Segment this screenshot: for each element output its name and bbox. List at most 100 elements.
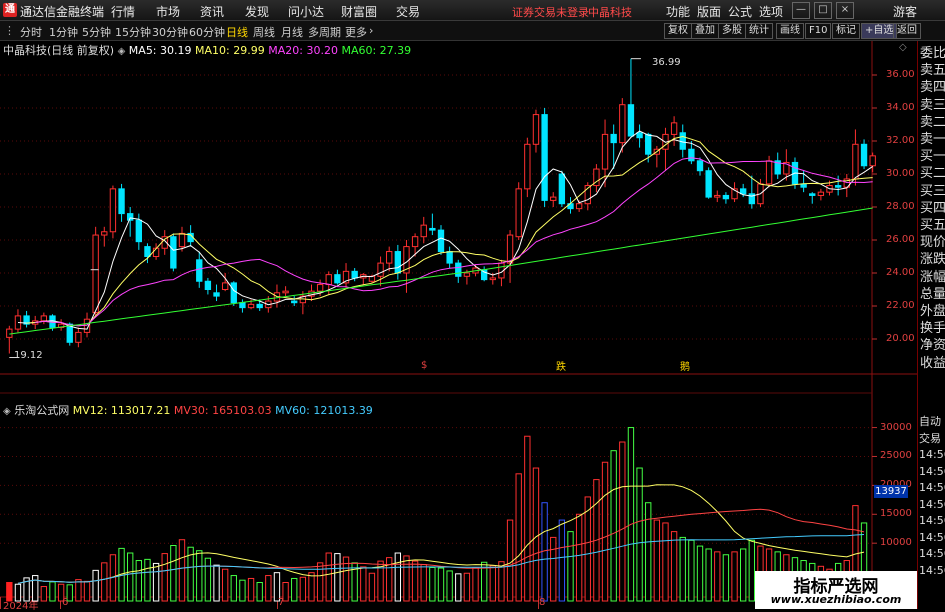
quote-field-label[interactable]: 总量: [920, 286, 945, 303]
menu-item-banmian[interactable]: 版面: [697, 3, 721, 20]
menu-item-caifuquan[interactable]: 财富圈: [341, 3, 377, 20]
tab-multi-period[interactable]: 多周期: [308, 24, 341, 40]
menu-item-gongshi[interactable]: 公式: [728, 3, 752, 20]
volume-bar: [161, 553, 168, 602]
price-axis-tick: 36.00: [886, 69, 915, 80]
quote-field-label[interactable]: 收益: [920, 355, 945, 372]
quote-field-label[interactable]: 涨幅: [920, 269, 945, 286]
quote-field-label[interactable]: 卖五: [920, 62, 945, 79]
trade-time-label: 14:56: [919, 514, 945, 527]
ma20-label: MA20: 30.20: [268, 44, 338, 57]
tab-more[interactable]: 更多: [345, 24, 367, 40]
candle-body: [688, 148, 695, 162]
candle-body: [852, 143, 859, 180]
fuquan-button[interactable]: 复权: [664, 23, 692, 39]
tab-monthly[interactable]: 月线: [281, 24, 303, 40]
candle-body: [239, 302, 246, 309]
tab-60min[interactable]: 60分钟: [189, 24, 225, 40]
quote-field-label[interactable]: 净资: [920, 337, 945, 354]
menu-item-jiaoyi[interactable]: 交易: [396, 3, 420, 20]
quote-field-label[interactable]: 买二: [920, 165, 945, 182]
tab-30min[interactable]: 30分钟: [152, 24, 188, 40]
minimize-button[interactable]: —: [792, 2, 810, 19]
volume-bar: [170, 545, 177, 602]
quote-field-label[interactable]: 买五: [920, 217, 945, 234]
volume-bar: [368, 572, 376, 602]
volume-bar: [740, 548, 747, 602]
candle-body: [109, 188, 117, 233]
maximize-button[interactable]: □: [814, 2, 832, 19]
tab-fenshi[interactable]: 分时: [20, 24, 42, 40]
back-button[interactable]: 返回: [893, 23, 921, 39]
candle-body: [420, 224, 427, 238]
candle-body: [515, 188, 522, 238]
menu-item-gongneng[interactable]: 功能: [666, 3, 690, 20]
event-mark[interactable]: 鹅: [680, 358, 690, 373]
statistics-button[interactable]: 统计: [745, 23, 773, 39]
mark-button[interactable]: 标记: [832, 23, 860, 39]
expand-diamond-icon[interactable]: ◇: [899, 42, 907, 53]
volume-bar: [334, 553, 341, 602]
event-mark[interactable]: $: [421, 360, 427, 371]
volume-bar: [705, 548, 712, 602]
login-status[interactable]: 证券交易未登录: [512, 4, 589, 20]
tab-1min[interactable]: 1分钟: [49, 24, 78, 40]
volume-bar: [645, 502, 652, 602]
menu-item-hangqing[interactable]: 行情: [111, 3, 135, 20]
candle-body: [627, 104, 635, 137]
candle-body: [256, 303, 263, 309]
quote-field-label[interactable]: 委比: [920, 45, 945, 62]
tab-daily[interactable]: 日线: [226, 24, 248, 40]
quote-field-label[interactable]: 涨跌: [920, 251, 945, 268]
add-watchlist-button[interactable]: +自选: [861, 23, 898, 39]
period-toolbar: ⋮ 分时 1分钟 5分钟 15分钟 30分钟 60分钟 日线 周线 月线 多周期…: [0, 21, 945, 41]
quote-field-label[interactable]: 卖二: [920, 114, 945, 131]
volume-axis-tick: 30000: [880, 421, 912, 433]
quote-field-label[interactable]: 买一: [920, 148, 945, 165]
user-label[interactable]: 游客: [893, 3, 917, 20]
ma5-label: MA5: 30.19: [128, 44, 192, 57]
quote-field-label[interactable]: 买四: [920, 200, 945, 217]
volume-bar: [256, 582, 263, 602]
quote-field-label[interactable]: 换手: [920, 320, 945, 337]
date-label-july: 7: [278, 597, 285, 608]
volume-bar: [135, 560, 142, 602]
more-arrow-icon[interactable]: ›: [369, 24, 373, 37]
settings-diamond-icon[interactable]: ◈: [118, 46, 126, 57]
menu-item-faxian[interactable]: 发现: [245, 3, 269, 20]
price-axis-tick: 22.00: [886, 300, 915, 311]
candle-body: [765, 160, 773, 185]
price-axis-tick: 30.00: [886, 168, 915, 179]
quote-field-label[interactable]: 卖一: [920, 131, 945, 148]
volume-bar: [221, 568, 229, 602]
f10-button[interactable]: F10: [805, 23, 832, 39]
menu-item-wenxiaoda[interactable]: 问小达: [288, 3, 324, 20]
candle-body: [696, 160, 704, 172]
chart-area[interactable]: [0, 41, 917, 609]
volume-bar: [230, 575, 237, 602]
close-button[interactable]: ×: [836, 2, 854, 19]
tab-weekly[interactable]: 周线: [253, 24, 275, 40]
settings-diamond-icon[interactable]: ◈: [3, 406, 11, 417]
tab-15min[interactable]: 15分钟: [115, 24, 151, 40]
event-mark[interactable]: 跌: [556, 358, 566, 373]
candle-body: [170, 236, 177, 269]
tab-5min[interactable]: 5分钟: [82, 24, 111, 40]
menu-item-zixun[interactable]: 资讯: [200, 3, 224, 20]
draw-line-button[interactable]: 画线: [776, 23, 804, 39]
volume-bar: [463, 572, 471, 602]
candle-body: [532, 114, 540, 145]
quote-field-label[interactable]: 卖四: [920, 79, 945, 96]
volume-bar: [239, 579, 246, 602]
menu-item-xuanxiang[interactable]: 选项: [759, 3, 783, 20]
quote-field-label[interactable]: 买三: [920, 183, 945, 200]
volume-bar: [360, 566, 367, 602]
overlay-button[interactable]: 叠加: [691, 23, 719, 39]
quote-field-label[interactable]: 现价: [920, 234, 945, 251]
candle-body: [610, 133, 617, 144]
quote-field-label[interactable]: 卖三: [920, 97, 945, 114]
multi-stock-button[interactable]: 多股: [718, 23, 746, 39]
menu-item-shichang[interactable]: 市场: [156, 3, 180, 20]
volume-bar: [696, 545, 704, 602]
quote-field-label[interactable]: 外盘: [920, 303, 945, 320]
